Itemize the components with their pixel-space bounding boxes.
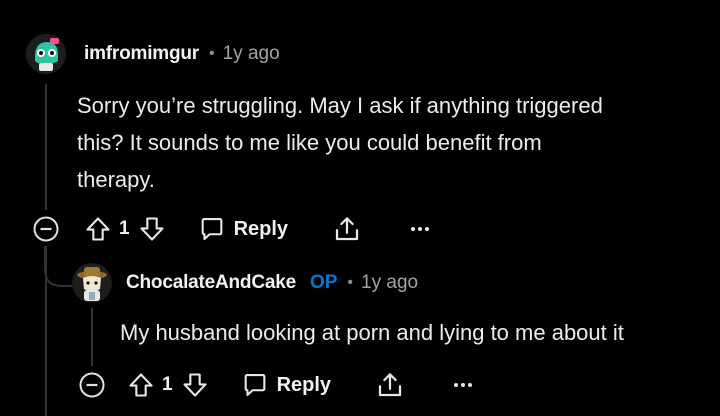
timestamp: 1y ago [222, 43, 280, 64]
downvote-icon[interactable] [181, 371, 209, 399]
comment-meta: ChocalateAndCake OP • 1y ago [126, 272, 418, 294]
op-badge: OP [309, 272, 338, 293]
comment-body: My husband looking at porn and lying to … [120, 314, 710, 351]
username[interactable]: ChocalateAndCake [126, 272, 296, 294]
comment-body-line: therapy. [77, 167, 155, 192]
comment-actions: 1 Reply [84, 209, 432, 249]
thread-line-top [45, 84, 47, 210]
share-icon[interactable] [375, 370, 405, 400]
avatar-chocalateandcake[interactable] [72, 263, 112, 303]
reply-button[interactable]: Reply [198, 215, 288, 243]
comment-meta: imfromimgur • 1y ago [84, 43, 280, 65]
comment-body: Sorry you’re struggling. May I ask if an… [77, 87, 697, 198]
timestamp: 1y ago [361, 272, 419, 293]
downvote-icon[interactable] [138, 215, 166, 243]
separator-dot: • [347, 274, 354, 291]
more-icon[interactable] [408, 217, 432, 241]
comment-actions: 1 Reply [127, 365, 475, 405]
comment-body-line: Sorry you’re struggling. May I ask if an… [77, 93, 603, 118]
collapse-icon[interactable] [33, 216, 59, 242]
reply-icon [198, 215, 226, 243]
upvote-icon[interactable] [127, 371, 155, 399]
share-icon[interactable] [332, 214, 362, 244]
vote-count: 1 [162, 374, 173, 395]
comment-body-line: My husband looking at porn and lying to … [120, 320, 624, 345]
reply-label: Reply [276, 373, 332, 396]
thread-line-reply [91, 308, 93, 366]
reply-icon [241, 371, 269, 399]
upvote-icon[interactable] [84, 215, 112, 243]
separator-dot: • [208, 45, 215, 62]
comment-body-line: this? It sounds to me like you could ben… [77, 130, 542, 155]
reply-button[interactable]: Reply [241, 371, 331, 399]
avatar-imfromimgur[interactable] [26, 34, 66, 74]
vote-count: 1 [119, 218, 130, 239]
reply-label: Reply [233, 217, 289, 240]
collapse-icon[interactable] [79, 372, 105, 398]
more-icon[interactable] [451, 373, 475, 397]
username[interactable]: imfromimgur [84, 43, 199, 65]
